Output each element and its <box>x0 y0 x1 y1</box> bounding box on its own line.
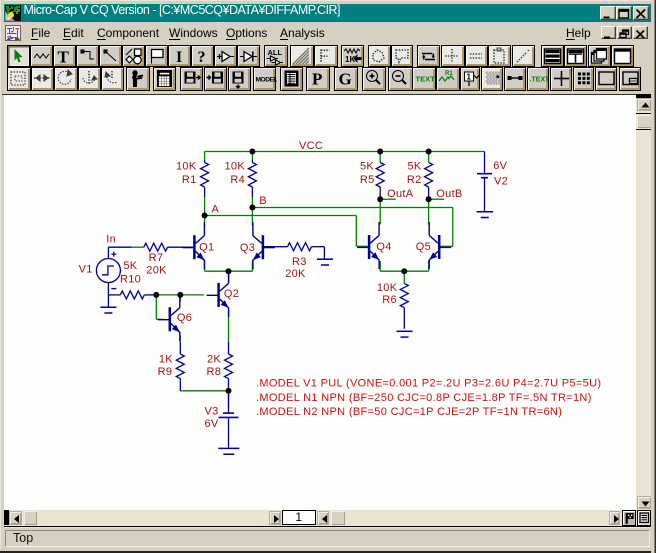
svg-text:Q3: Q3 <box>240 242 255 254</box>
svg-text:R7: R7 <box>149 252 164 264</box>
svg-text:G: G <box>338 70 351 89</box>
svg-text:OutA: OutA <box>387 188 414 200</box>
svg-text:.MODEL V1 PUL (VONE=0.001 P2=.: .MODEL V1 PUL (VONE=0.001 P2=.2U P3=2.6U… <box>256 378 601 390</box>
svg-text:?: ? <box>198 49 206 66</box>
svg-text:R1: R1 <box>445 71 453 77</box>
svg-text:1K: 1K <box>159 354 173 366</box>
svg-text:R6: R6 <box>382 294 397 306</box>
svg-text:Q4: Q4 <box>376 241 391 253</box>
svg-text:R4: R4 <box>230 174 245 186</box>
svg-text:Q2: Q2 <box>224 288 239 300</box>
svg-text:Q5: Q5 <box>416 241 431 253</box>
svg-text:B: B <box>259 195 267 207</box>
svg-text:Q6: Q6 <box>177 312 192 324</box>
svg-text:10K: 10K <box>176 160 197 172</box>
svg-text:In: In <box>106 234 116 246</box>
svg-text:5K: 5K <box>123 260 137 272</box>
svg-text:MODEL: MODEL <box>256 77 278 84</box>
svg-text:.TEXT: .TEXT <box>529 77 550 84</box>
svg-text:VCC: VCC <box>299 140 323 152</box>
svg-text:V3: V3 <box>205 406 219 418</box>
svg-text:5K: 5K <box>360 160 374 172</box>
svg-text:P: P <box>312 70 322 89</box>
svg-text:2K: 2K <box>207 354 221 366</box>
svg-text:6V: 6V <box>205 418 219 430</box>
svg-text:5K: 5K <box>407 160 421 172</box>
svg-text:R1: R1 <box>182 174 197 186</box>
svg-text:20K: 20K <box>285 268 306 280</box>
svg-text:Q1: Q1 <box>199 241 214 253</box>
svg-text:T: T <box>58 48 70 67</box>
svg-text:OutB: OutB <box>436 188 462 200</box>
svg-text:ALL: ALL <box>268 48 283 57</box>
svg-text:R2: R2 <box>407 174 422 186</box>
svg-text:10K: 10K <box>377 282 398 294</box>
svg-text:TEXT: TEXT <box>416 75 436 84</box>
svg-text:R10: R10 <box>120 273 141 285</box>
svg-text:I: I <box>176 49 182 66</box>
svg-text:1: 1 <box>467 73 472 82</box>
svg-text:R8: R8 <box>207 366 222 378</box>
svg-text:R3: R3 <box>292 256 307 268</box>
svg-text:.MODEL N1 NPN (BF=250 CJC=0.8P: .MODEL N1 NPN (BF=250 CJC=0.8P CJE=1.8P … <box>256 392 592 404</box>
svg-text:V2: V2 <box>494 176 508 188</box>
svg-text:R9: R9 <box>158 366 173 378</box>
svg-text:20K: 20K <box>146 265 167 277</box>
svg-text:A: A <box>212 203 220 215</box>
svg-text:.MODEL N2 NPN (BF=50 CJC=1P CJ: .MODEL N2 NPN (BF=50 CJC=1P CJE=2P TF=1N… <box>256 406 562 418</box>
svg-text:10K: 10K <box>225 160 246 172</box>
svg-text:6V: 6V <box>493 160 507 172</box>
svg-text:1K: 1K <box>345 55 355 64</box>
svg-text:R5: R5 <box>360 174 375 186</box>
svg-text:V1: V1 <box>79 264 93 276</box>
